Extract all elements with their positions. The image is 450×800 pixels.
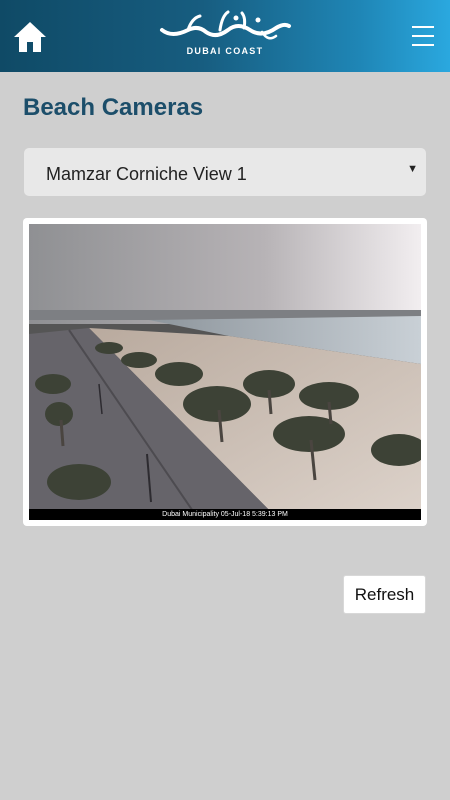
menu-button[interactable] (412, 26, 434, 46)
top-bar: DUBAI COAST (0, 0, 450, 72)
camera-select[interactable]: Mamzar Corniche View 1 ▼ (24, 148, 426, 196)
page-title: Beach Cameras (23, 94, 204, 121)
refresh-button[interactable]: Refresh (343, 575, 426, 614)
app-screen: DUBAI COAST Beach Cameras Mamzar Cornich… (0, 0, 450, 800)
camera-feed-frame: Dubai Municipality 05-Jul-18 5:39:13 PM (23, 218, 427, 526)
dropdown-arrow-icon: ▼ (407, 163, 418, 175)
home-icon (14, 22, 46, 52)
camera-select-value: Mamzar Corniche View 1 (46, 164, 247, 184)
logo-subtitle: DUBAI COAST (186, 46, 264, 56)
dubai-coast-logo: DUBAI COAST (158, 8, 292, 62)
camera-timestamp: Dubai Municipality 05-Jul-18 5:39:13 PM (29, 509, 421, 520)
camera-feed-image[interactable]: Dubai Municipality 05-Jul-18 5:39:13 PM (29, 224, 421, 520)
home-button[interactable] (12, 20, 48, 54)
